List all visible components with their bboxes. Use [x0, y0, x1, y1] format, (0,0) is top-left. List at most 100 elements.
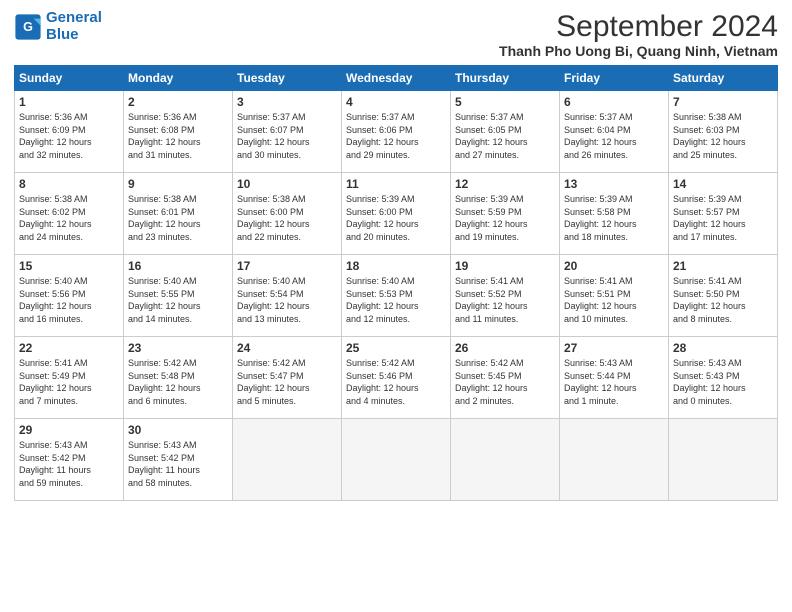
day-info: Sunrise: 5:41 AM Sunset: 5:52 PM Dayligh…: [455, 275, 555, 325]
day-number: 26: [455, 340, 555, 356]
day-info: Sunrise: 5:39 AM Sunset: 5:59 PM Dayligh…: [455, 193, 555, 243]
day-info: Sunrise: 5:39 AM Sunset: 6:00 PM Dayligh…: [346, 193, 446, 243]
day-info: Sunrise: 5:37 AM Sunset: 6:05 PM Dayligh…: [455, 111, 555, 161]
table-row: 13Sunrise: 5:39 AM Sunset: 5:58 PM Dayli…: [560, 173, 669, 255]
day-info: Sunrise: 5:37 AM Sunset: 6:06 PM Dayligh…: [346, 111, 446, 161]
day-number: 22: [19, 340, 119, 356]
day-number: 13: [564, 176, 664, 192]
day-number: 6: [564, 94, 664, 110]
title-block: September 2024 Thanh Pho Uong Bi, Quang …: [499, 10, 778, 59]
table-row: 22Sunrise: 5:41 AM Sunset: 5:49 PM Dayli…: [15, 337, 124, 419]
day-info: Sunrise: 5:37 AM Sunset: 6:04 PM Dayligh…: [564, 111, 664, 161]
weekday-wednesday: Wednesday: [342, 66, 451, 91]
day-info: Sunrise: 5:42 AM Sunset: 5:46 PM Dayligh…: [346, 357, 446, 407]
weekday-friday: Friday: [560, 66, 669, 91]
day-info: Sunrise: 5:38 AM Sunset: 6:00 PM Dayligh…: [237, 193, 337, 243]
day-info: Sunrise: 5:38 AM Sunset: 6:01 PM Dayligh…: [128, 193, 228, 243]
table-row: [233, 419, 342, 501]
day-info: Sunrise: 5:39 AM Sunset: 5:58 PM Dayligh…: [564, 193, 664, 243]
table-row: 11Sunrise: 5:39 AM Sunset: 6:00 PM Dayli…: [342, 173, 451, 255]
table-row: 19Sunrise: 5:41 AM Sunset: 5:52 PM Dayli…: [451, 255, 560, 337]
table-row: [560, 419, 669, 501]
day-number: 24: [237, 340, 337, 356]
day-info: Sunrise: 5:40 AM Sunset: 5:53 PM Dayligh…: [346, 275, 446, 325]
day-info: Sunrise: 5:38 AM Sunset: 6:02 PM Dayligh…: [19, 193, 119, 243]
table-row: 8Sunrise: 5:38 AM Sunset: 6:02 PM Daylig…: [15, 173, 124, 255]
week-row: 15Sunrise: 5:40 AM Sunset: 5:56 PM Dayli…: [15, 255, 778, 337]
table-row: 26Sunrise: 5:42 AM Sunset: 5:45 PM Dayli…: [451, 337, 560, 419]
day-number: 15: [19, 258, 119, 274]
day-info: Sunrise: 5:40 AM Sunset: 5:54 PM Dayligh…: [237, 275, 337, 325]
day-info: Sunrise: 5:37 AM Sunset: 6:07 PM Dayligh…: [237, 111, 337, 161]
table-row: [342, 419, 451, 501]
day-number: 12: [455, 176, 555, 192]
weekday-header-row: SundayMondayTuesdayWednesdayThursdayFrid…: [15, 66, 778, 91]
header: G General Blue September 2024 Thanh Pho …: [14, 10, 778, 59]
table-row: 10Sunrise: 5:38 AM Sunset: 6:00 PM Dayli…: [233, 173, 342, 255]
weekday-monday: Monday: [124, 66, 233, 91]
table-row: 5Sunrise: 5:37 AM Sunset: 6:05 PM Daylig…: [451, 91, 560, 173]
table-row: 15Sunrise: 5:40 AM Sunset: 5:56 PM Dayli…: [15, 255, 124, 337]
week-row: 1Sunrise: 5:36 AM Sunset: 6:09 PM Daylig…: [15, 91, 778, 173]
logo-text: General Blue: [46, 10, 102, 43]
day-number: 2: [128, 94, 228, 110]
table-row: 29Sunrise: 5:43 AM Sunset: 5:42 PM Dayli…: [15, 419, 124, 501]
table-row: 27Sunrise: 5:43 AM Sunset: 5:44 PM Dayli…: [560, 337, 669, 419]
day-info: Sunrise: 5:43 AM Sunset: 5:42 PM Dayligh…: [19, 439, 119, 489]
day-number: 20: [564, 258, 664, 274]
table-row: 21Sunrise: 5:41 AM Sunset: 5:50 PM Dayli…: [669, 255, 778, 337]
table-row: 17Sunrise: 5:40 AM Sunset: 5:54 PM Dayli…: [233, 255, 342, 337]
day-number: 17: [237, 258, 337, 274]
day-info: Sunrise: 5:41 AM Sunset: 5:50 PM Dayligh…: [673, 275, 773, 325]
calendar: SundayMondayTuesdayWednesdayThursdayFrid…: [14, 65, 778, 501]
location-title: Thanh Pho Uong Bi, Quang Ninh, Vietnam: [499, 43, 778, 59]
week-row: 22Sunrise: 5:41 AM Sunset: 5:49 PM Dayli…: [15, 337, 778, 419]
table-row: [451, 419, 560, 501]
table-row: 18Sunrise: 5:40 AM Sunset: 5:53 PM Dayli…: [342, 255, 451, 337]
table-row: 20Sunrise: 5:41 AM Sunset: 5:51 PM Dayli…: [560, 255, 669, 337]
day-number: 19: [455, 258, 555, 274]
week-row: 29Sunrise: 5:43 AM Sunset: 5:42 PM Dayli…: [15, 419, 778, 501]
day-info: Sunrise: 5:42 AM Sunset: 5:47 PM Dayligh…: [237, 357, 337, 407]
day-number: 10: [237, 176, 337, 192]
day-number: 28: [673, 340, 773, 356]
day-number: 27: [564, 340, 664, 356]
day-info: Sunrise: 5:43 AM Sunset: 5:42 PM Dayligh…: [128, 439, 228, 489]
day-info: Sunrise: 5:40 AM Sunset: 5:55 PM Dayligh…: [128, 275, 228, 325]
day-info: Sunrise: 5:40 AM Sunset: 5:56 PM Dayligh…: [19, 275, 119, 325]
day-number: 8: [19, 176, 119, 192]
day-number: 16: [128, 258, 228, 274]
table-row: [669, 419, 778, 501]
table-row: 12Sunrise: 5:39 AM Sunset: 5:59 PM Dayli…: [451, 173, 560, 255]
logo-blue: Blue: [46, 26, 79, 43]
day-info: Sunrise: 5:41 AM Sunset: 5:51 PM Dayligh…: [564, 275, 664, 325]
table-row: 2Sunrise: 5:36 AM Sunset: 6:08 PM Daylig…: [124, 91, 233, 173]
table-row: 14Sunrise: 5:39 AM Sunset: 5:57 PM Dayli…: [669, 173, 778, 255]
day-number: 18: [346, 258, 446, 274]
day-info: Sunrise: 5:38 AM Sunset: 6:03 PM Dayligh…: [673, 111, 773, 161]
table-row: 16Sunrise: 5:40 AM Sunset: 5:55 PM Dayli…: [124, 255, 233, 337]
day-number: 5: [455, 94, 555, 110]
weekday-saturday: Saturday: [669, 66, 778, 91]
logo-general: General: [46, 9, 102, 26]
day-number: 21: [673, 258, 773, 274]
day-number: 4: [346, 94, 446, 110]
day-number: 1: [19, 94, 119, 110]
svg-text:G: G: [23, 20, 33, 34]
logo: G General Blue: [14, 10, 102, 43]
table-row: 30Sunrise: 5:43 AM Sunset: 5:42 PM Dayli…: [124, 419, 233, 501]
day-number: 14: [673, 176, 773, 192]
table-row: 3Sunrise: 5:37 AM Sunset: 6:07 PM Daylig…: [233, 91, 342, 173]
week-row: 8Sunrise: 5:38 AM Sunset: 6:02 PM Daylig…: [15, 173, 778, 255]
day-number: 7: [673, 94, 773, 110]
table-row: 28Sunrise: 5:43 AM Sunset: 5:43 PM Dayli…: [669, 337, 778, 419]
table-row: 1Sunrise: 5:36 AM Sunset: 6:09 PM Daylig…: [15, 91, 124, 173]
day-number: 30: [128, 422, 228, 438]
month-title: September 2024: [499, 10, 778, 43]
day-number: 25: [346, 340, 446, 356]
day-number: 29: [19, 422, 119, 438]
table-row: 23Sunrise: 5:42 AM Sunset: 5:48 PM Dayli…: [124, 337, 233, 419]
weekday-sunday: Sunday: [15, 66, 124, 91]
table-row: 24Sunrise: 5:42 AM Sunset: 5:47 PM Dayli…: [233, 337, 342, 419]
day-info: Sunrise: 5:36 AM Sunset: 6:08 PM Dayligh…: [128, 111, 228, 161]
